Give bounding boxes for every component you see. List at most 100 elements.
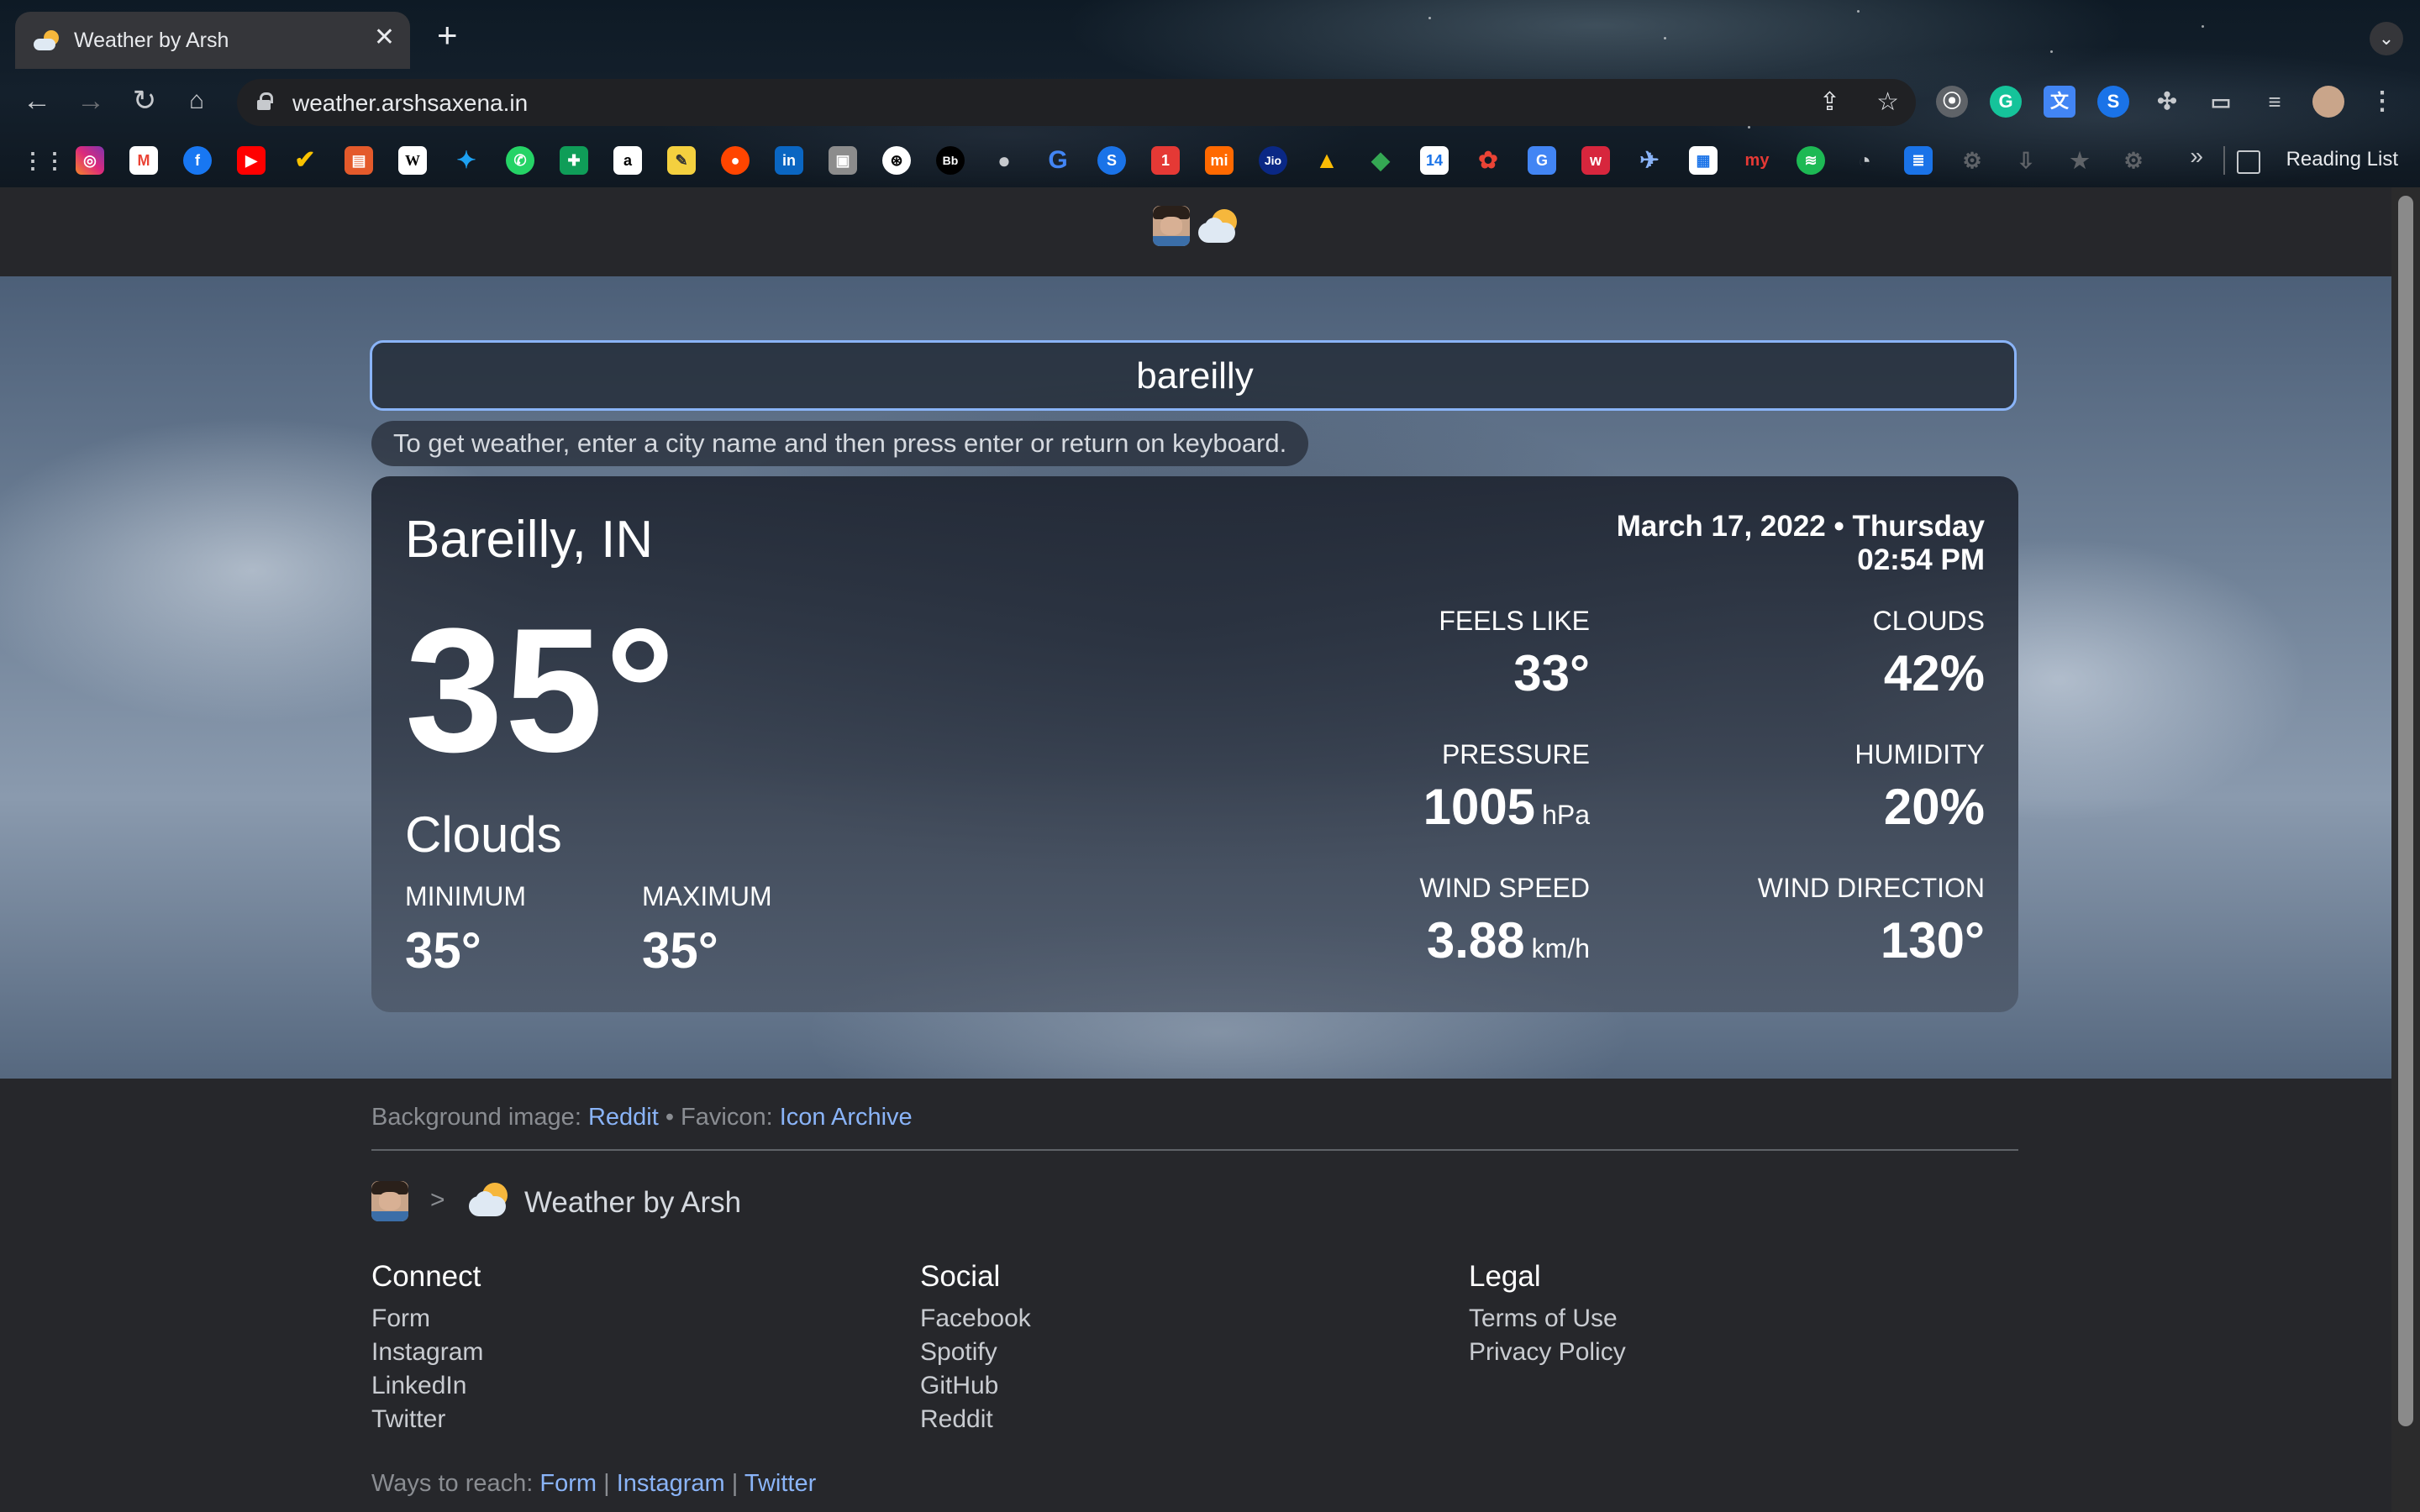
column-title: Connect (371, 1260, 481, 1293)
scrollbar-thumb[interactable] (2398, 196, 2413, 1426)
calendar-icon[interactable]: 1 (1151, 146, 1180, 175)
date-time: March 17, 2022 • Thursday 02:54 PM (1617, 510, 1985, 577)
footer-link-reddit[interactable]: Reddit (920, 1403, 1031, 1436)
page-scrollbar[interactable] (2391, 187, 2420, 1512)
checkmark-icon[interactable]: ✔ (291, 146, 319, 175)
document-icon[interactable]: ≣ (1904, 146, 1933, 175)
reload-icon[interactable]: ↻ (126, 82, 163, 119)
bookmarks-bar: ⋮⋮ ◎ M f ▶ ✔ ▤ W ✦ ✆ ✚ a ✎ ● in ▣ ⊛ Bb ●… (0, 138, 2420, 185)
reddit-credit-link[interactable]: Reddit (588, 1104, 659, 1131)
breadcrumb-title[interactable]: Weather by Arsh (524, 1186, 741, 1220)
tab-search-icon[interactable]: ⌄ (2370, 22, 2403, 55)
forward-icon[interactable]: → (72, 82, 109, 119)
hotstar-icon[interactable]: w (1581, 146, 1610, 175)
address-bar[interactable]: weather.arshsaxena.in ⇪ ☆ (237, 79, 1916, 126)
slides-icon[interactable]: ▤ (345, 146, 373, 175)
browser-toolbar: ← → ↻ ⌂ weather.arshsaxena.in ⇪ ☆ ⦿ G 文 … (0, 69, 2420, 136)
footer-link-terms[interactable]: Terms of Use (1469, 1302, 1626, 1336)
download-icon[interactable]: ⇩ (2012, 146, 2040, 175)
profile-avatar[interactable] (2312, 86, 2344, 118)
reach-link-form[interactable]: Form (539, 1470, 597, 1497)
translate-icon[interactable]: 文 (2044, 86, 2075, 118)
flight-icon[interactable]: ✈ (1635, 146, 1664, 175)
bookmark-avatar-icon[interactable]: ▣ (829, 146, 857, 175)
background-star (1857, 10, 1860, 13)
background-star (1664, 37, 1666, 39)
footer-link-spotify[interactable]: Spotify (920, 1336, 1031, 1369)
city-search[interactable] (370, 340, 2018, 411)
twitter-icon[interactable]: ✦ (452, 146, 481, 175)
new-tab-icon[interactable]: + (437, 18, 458, 53)
translate-bookmark-icon[interactable]: G (1528, 146, 1556, 175)
footer-link-form[interactable]: Form (371, 1302, 483, 1336)
star-icon[interactable]: ☆ (1876, 87, 1899, 117)
extension-icon[interactable]: ⦿ (1936, 86, 1968, 118)
wikipedia-icon[interactable]: W (398, 146, 427, 175)
calendar-day-icon[interactable]: 14 (1420, 146, 1449, 175)
breadcrumb-avatar[interactable] (371, 1181, 408, 1221)
shazam-icon[interactable]: S (2097, 86, 2129, 118)
github-icon[interactable]: ⊛ (882, 146, 911, 175)
whatsapp-icon[interactable]: ✆ (506, 146, 534, 175)
blackboard-icon[interactable]: Bb (936, 146, 965, 175)
footer-link-instagram[interactable]: Instagram (371, 1336, 483, 1369)
footer-link-facebook[interactable]: Facebook (920, 1302, 1031, 1336)
mi-icon[interactable]: mi (1205, 146, 1234, 175)
back-icon[interactable]: ← (18, 82, 55, 119)
more-bookmarks-icon[interactable]: » (2190, 143, 2203, 170)
sheets-icon[interactable]: ✚ (560, 146, 588, 175)
jio-icon[interactable]: Jio (1259, 146, 1287, 175)
my-icon[interactable]: my (1743, 146, 1771, 175)
lock-icon[interactable] (257, 92, 273, 110)
reading-list-button[interactable]: Reading List (2286, 148, 2398, 171)
wind-direction-value: 130° (1880, 912, 1985, 969)
maps-icon[interactable]: ◆ (1366, 146, 1395, 175)
browser-tab[interactable]: Weather by Arsh ✕ (15, 12, 410, 69)
instagram-icon[interactable]: ◎ (76, 146, 104, 175)
chart-bookmark-icon[interactable]: ▦ (1689, 146, 1718, 175)
footer-link-linkedin[interactable]: LinkedIn (371, 1369, 483, 1403)
city-search-input[interactable] (372, 343, 2018, 410)
reach-link-instagram[interactable]: Instagram (617, 1470, 725, 1497)
photos-icon[interactable]: ✿ (1474, 146, 1502, 175)
humidity-label: HUMIDITY (1854, 739, 1985, 769)
reach-link-twitter[interactable]: Twitter (744, 1470, 816, 1497)
close-tab-icon[interactable]: ✕ (374, 25, 395, 50)
spotify-icon[interactable]: ≋ (1797, 146, 1825, 175)
cast-icon[interactable]: ▭ (2205, 86, 2237, 118)
menu-icon[interactable]: ⋮ (2366, 86, 2398, 118)
pressure-label: PRESSURE (1441, 739, 1590, 769)
skype-icon[interactable]: S (1097, 146, 1126, 175)
footer-link-github[interactable]: GitHub (920, 1369, 1031, 1403)
icon-archive-link[interactable]: Icon Archive (780, 1104, 913, 1131)
footer-link-privacy[interactable]: Privacy Policy (1469, 1336, 1626, 1369)
extensions-icon[interactable]: ✣ (2151, 86, 2183, 118)
google-icon[interactable]: G (1044, 146, 1072, 175)
web-page: To get weather, enter a city name and th… (0, 187, 2391, 1512)
favorite-icon[interactable]: ★ (2065, 146, 2094, 175)
gmail-icon[interactable]: M (129, 146, 158, 175)
youtube-icon[interactable]: ▶ (237, 146, 266, 175)
media-icon[interactable]: ≡ (2259, 86, 2291, 118)
url-text: weather.arshsaxena.in (292, 90, 529, 116)
facebook-icon[interactable]: f (183, 146, 212, 175)
footer-link-twitter[interactable]: Twitter (371, 1403, 483, 1436)
drive-icon[interactable]: ▲ (1313, 146, 1341, 175)
wind-speed-unit: km/h (1531, 933, 1590, 963)
speed-icon[interactable]: ◔ (1850, 146, 1879, 175)
weather-logo-icon[interactable] (1197, 209, 1240, 248)
linkedin-icon[interactable]: in (775, 146, 803, 175)
reddit-icon[interactable]: ● (721, 146, 750, 175)
apple-icon[interactable]: ● (990, 146, 1018, 175)
breadcrumb-weather-icon[interactable] (467, 1183, 511, 1221)
grammarly-icon[interactable]: G (1990, 86, 2022, 118)
notes-icon[interactable]: ✎ (667, 146, 696, 175)
author-avatar[interactable] (1153, 206, 1190, 246)
settings-icon[interactable]: ⚙ (1958, 146, 1986, 175)
amazon-icon[interactable]: a (613, 146, 642, 175)
gear-icon[interactable]: ⚙ (2119, 146, 2148, 175)
share-icon[interactable]: ⇪ (1819, 87, 1840, 117)
reading-list-icon[interactable] (2237, 150, 2260, 174)
home-icon[interactable]: ⌂ (178, 82, 215, 119)
apps-grid-icon[interactable]: ⋮⋮ (22, 146, 66, 175)
